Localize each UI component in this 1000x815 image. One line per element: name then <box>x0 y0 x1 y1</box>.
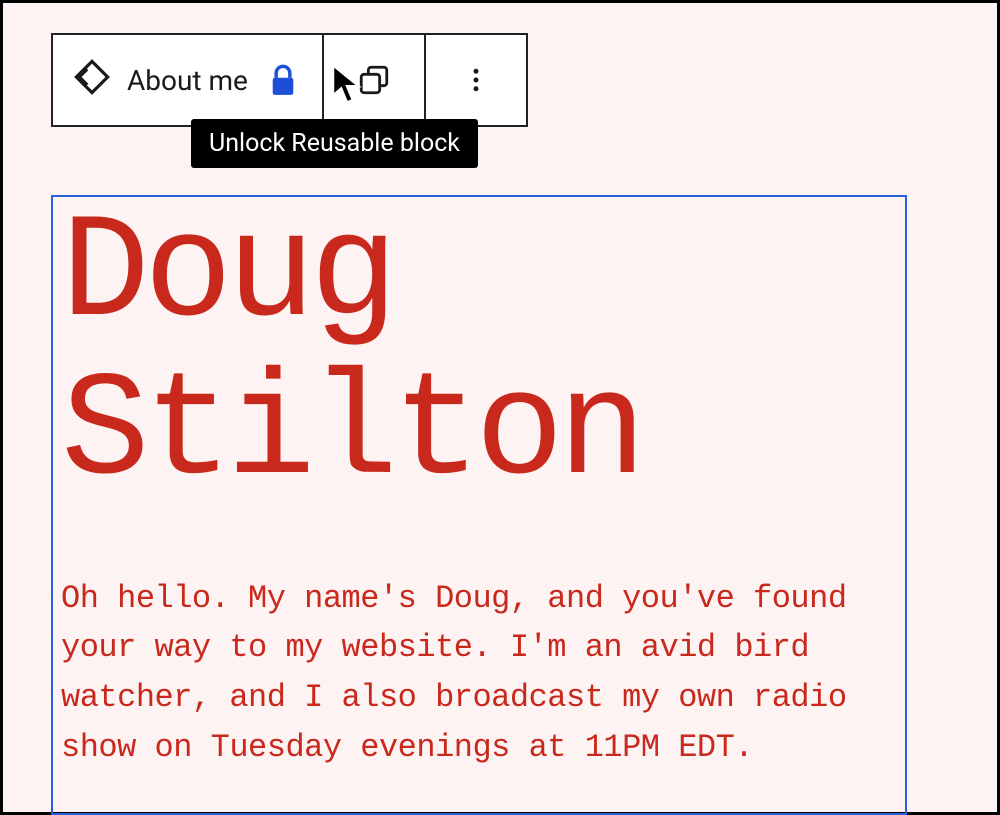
more-options-button[interactable] <box>424 35 526 125</box>
block-name-label: About me <box>127 64 248 97</box>
block-toolbar: About me <box>51 33 528 127</box>
copy-icon <box>344 63 404 97</box>
site-title-heading[interactable]: Doug Stilton <box>61 197 897 514</box>
reusable-block-icon <box>73 58 111 103</box>
reusable-block-content[interactable]: Doug Stilton Oh hello. My name's Doug, a… <box>51 195 907 815</box>
intro-paragraph[interactable]: Oh hello. My name's Doug, and you've fou… <box>61 574 897 772</box>
tooltip: Unlock Reusable block <box>191 119 478 168</box>
more-vertical-icon <box>446 63 506 97</box>
copy-button[interactable] <box>322 35 424 125</box>
lock-icon[interactable] <box>264 64 302 96</box>
block-type-button[interactable]: About me <box>53 35 322 125</box>
